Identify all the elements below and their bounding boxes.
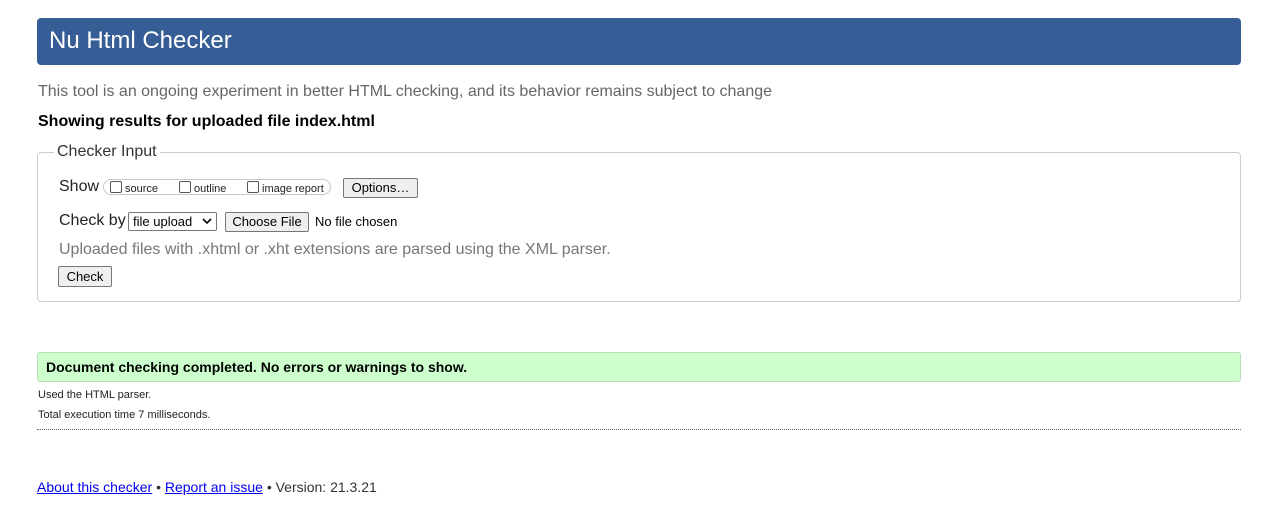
show-options-group: source outline image report [103, 179, 331, 195]
choose-file-button[interactable]: Choose File [225, 212, 309, 232]
show-row: Show source outline image report Options… [59, 177, 418, 199]
show-outline-option[interactable]: outline [179, 181, 226, 196]
checker-input-fieldset: Checker Input Show source outline image … [37, 143, 1241, 302]
check-by-row: Check by file upload Choose File No file… [59, 211, 397, 233]
success-message-box: Document checking completed. No errors o… [37, 352, 1241, 382]
report-issue-link[interactable]: Report an issue [165, 479, 263, 495]
footer-separator-1: • [156, 479, 161, 495]
version-text: Version: 21.3.21 [275, 479, 377, 495]
footer-separator-2: • [266, 479, 272, 495]
check-button[interactable]: Check [58, 266, 112, 287]
parser-note: Uploaded files with .xhtml or .xht exten… [59, 241, 611, 258]
source-checkbox[interactable] [110, 181, 122, 193]
tagline: This tool is an ongoing experiment in be… [38, 83, 773, 100]
image-report-checkbox[interactable] [247, 181, 259, 193]
file-status: No file chosen [315, 214, 398, 229]
show-label: Show [59, 178, 100, 195]
about-checker-link[interactable]: About this checker [37, 479, 152, 495]
show-source-option[interactable]: source [110, 181, 158, 196]
execution-time-note: Total execution time 7 milliseconds. [38, 409, 211, 421]
dotted-divider [37, 429, 1241, 430]
source-checkbox-label: source [125, 183, 159, 195]
parser-used-note: Used the HTML parser. [38, 389, 152, 401]
image-report-checkbox-label: image report [262, 183, 324, 195]
check-by-label: Check by [59, 212, 126, 229]
page-title: Nu Html Checker [49, 27, 232, 54]
options-button[interactable]: Options… [343, 178, 418, 198]
results-heading: Showing results for uploaded file index.… [38, 113, 375, 130]
success-message: Document checking completed. No errors o… [46, 359, 468, 375]
chevron-down-icon [202, 218, 212, 225]
page-header: Nu Html Checker [37, 18, 1241, 65]
outline-checkbox[interactable] [179, 181, 191, 193]
check-by-select[interactable]: file upload [128, 212, 217, 231]
checker-input-legend: Checker Input [54, 143, 160, 161]
footer: About this checker • Report an issue • V… [37, 479, 377, 496]
check-by-selected-value: file upload [133, 214, 193, 229]
outline-checkbox-label: outline [194, 183, 227, 195]
show-image-report-option[interactable]: image report [247, 181, 324, 196]
